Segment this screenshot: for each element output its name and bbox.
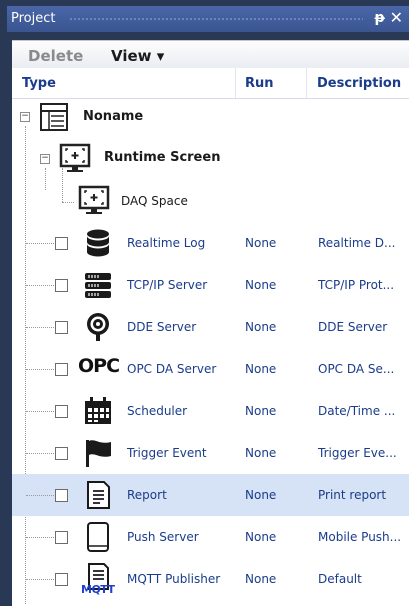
tree-line (26, 495, 56, 496)
collapse-toggle-icon[interactable]: − (20, 112, 30, 122)
panel-title-bar[interactable]: Project ᵽ ✕ (7, 6, 409, 32)
item-checkbox[interactable] (55, 489, 68, 502)
item-checkbox[interactable] (55, 573, 68, 586)
column-divider[interactable] (306, 68, 307, 98)
column-divider[interactable] (235, 68, 236, 98)
item-run: None (245, 572, 277, 586)
tree-line (26, 285, 56, 286)
tree-line (26, 243, 56, 244)
close-icon[interactable]: ✕ (390, 8, 403, 27)
item-name: Realtime Log (127, 236, 206, 250)
item-run: None (245, 404, 277, 418)
grip-dots (69, 17, 363, 22)
item-checkbox[interactable] (55, 279, 68, 292)
item-checkbox[interactable] (55, 237, 68, 250)
item-run: None (245, 488, 277, 502)
opc-icon: OPC (78, 355, 122, 387)
report-icon (82, 479, 114, 511)
item-run: None (245, 446, 277, 460)
item-run: None (245, 320, 277, 334)
list-item[interactable]: Realtime Log None Realtime D... (12, 222, 409, 264)
item-description: Print report (318, 488, 387, 502)
item-name: Trigger Event (127, 446, 207, 460)
project-panel: Project ᵽ ✕ Delete View ▾ Type Run Descr… (0, 0, 409, 606)
list-item[interactable]: TCP/IP Server None TCP/IP Prot... (12, 264, 409, 306)
collapse-toggle-icon[interactable]: − (40, 154, 50, 164)
tree-root-name: Noname (83, 109, 144, 124)
list-item[interactable]: Report None Print report (12, 474, 409, 516)
pin-icon[interactable]: ᵽ (375, 10, 385, 26)
tree-row-root[interactable]: − Noname (12, 96, 409, 138)
list-item[interactable]: OPC OPC DA Server None OPC DA Se... (12, 348, 409, 390)
list-item[interactable]: Scheduler None Date/Time ... (12, 390, 409, 432)
server-rack-icon (82, 269, 114, 301)
calendar-icon (82, 395, 114, 427)
item-checkbox[interactable] (55, 405, 68, 418)
tree-screen-name: Runtime Screen (104, 150, 221, 165)
item-name: MQTT Publisher (127, 572, 221, 586)
item-description: DDE Server (318, 320, 388, 334)
item-checkbox[interactable] (55, 531, 68, 544)
item-checkbox[interactable] (55, 363, 68, 376)
item-checkbox[interactable] (55, 447, 68, 460)
panel-title: Project (11, 11, 56, 26)
item-run: None (245, 530, 277, 544)
column-header-row: Type Run Description (12, 68, 409, 99)
monitor-icon (59, 142, 91, 174)
document-list-icon (38, 101, 70, 133)
item-name: Report (127, 488, 167, 502)
item-description: Realtime D... (318, 236, 396, 250)
item-name: Push Server (127, 530, 199, 544)
database-icon (82, 227, 114, 259)
monitor-icon (78, 184, 110, 216)
column-header-description[interactable]: Description (317, 76, 401, 91)
item-run: None (245, 236, 277, 250)
item-name: Scheduler (127, 404, 188, 418)
tree-line (26, 369, 56, 370)
column-header-run[interactable]: Run (245, 76, 274, 91)
item-description: Date/Time ... (318, 404, 396, 418)
tree-row-daq-space[interactable]: DAQ Space (12, 180, 409, 222)
tree-line (26, 537, 56, 538)
item-description: TCP/IP Prot... (318, 278, 395, 292)
delete-button[interactable]: Delete (28, 47, 83, 65)
item-run: None (245, 278, 277, 292)
list-item[interactable]: MQTT MQTT Publisher None Default (12, 558, 409, 600)
toolbar: Delete View ▾ (12, 40, 409, 69)
column-header-type[interactable]: Type (22, 76, 56, 91)
mqtt-logo-text: MQTT (81, 583, 115, 596)
tree-line (26, 579, 56, 580)
tree-line (26, 327, 56, 328)
list-item[interactable]: Trigger Event None Trigger Eve... (12, 432, 409, 474)
dde-icon (82, 311, 114, 343)
tablet-icon (82, 521, 114, 553)
project-list: Type Run Description − Noname − Runtime … (12, 68, 409, 606)
tree-row-runtime-screen[interactable]: − Runtime Screen (12, 138, 409, 180)
item-description: Default (318, 572, 362, 586)
item-description: OPC DA Se... (318, 362, 395, 376)
item-name: TCP/IP Server (127, 278, 208, 292)
mqtt-icon: MQTT (81, 562, 115, 596)
flag-icon (82, 437, 114, 469)
opc-logo-text: OPC (78, 355, 120, 377)
item-checkbox[interactable] (55, 321, 68, 334)
tree-daq-name: DAQ Space (121, 194, 188, 208)
list-item[interactable]: Push Server None Mobile Push... (12, 516, 409, 558)
tree-line (26, 411, 56, 412)
item-description: Mobile Push... (318, 530, 402, 544)
item-name: OPC DA Server (127, 362, 217, 376)
list-item[interactable]: DDE Server None DDE Server (12, 306, 409, 348)
tree-line (26, 453, 56, 454)
item-run: None (245, 362, 277, 376)
item-description: Trigger Eve... (318, 446, 397, 460)
view-menu-button[interactable]: View ▾ (111, 47, 164, 65)
item-name: DDE Server (127, 320, 197, 334)
